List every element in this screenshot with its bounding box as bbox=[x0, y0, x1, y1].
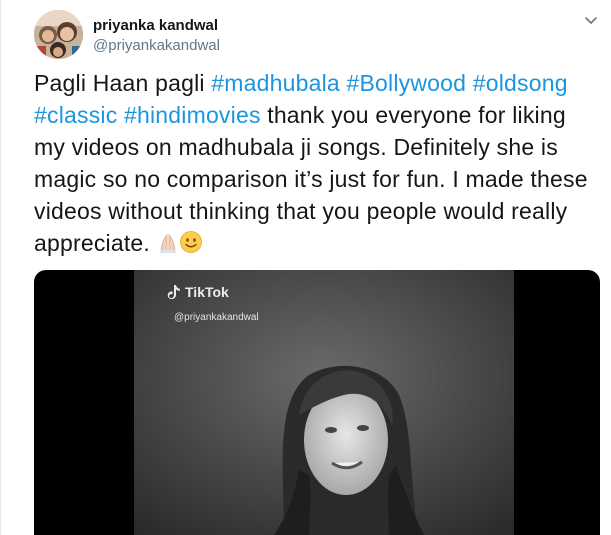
tiktok-watermark: TikTok bbox=[167, 284, 229, 300]
user-display-name[interactable]: priyanka kandwal bbox=[93, 17, 218, 34]
avatar[interactable] bbox=[34, 10, 83, 59]
tweet-text-segment bbox=[340, 70, 347, 96]
user-handle[interactable]: @priyankakandwal bbox=[93, 37, 220, 54]
avatar-image bbox=[34, 10, 83, 59]
tiktok-icon bbox=[167, 285, 180, 300]
tweet-text: Pagli Haan pagli #madhubala #Bollywood #… bbox=[34, 67, 602, 262]
hashtag-link[interactable]: #madhubala bbox=[211, 70, 340, 96]
hashtag-link[interactable]: #Bollywood bbox=[347, 70, 467, 96]
hashtag-link[interactable]: #hindimovies bbox=[124, 102, 261, 128]
video-frame bbox=[134, 270, 514, 535]
tiktok-username-label: @priyankakandwal bbox=[174, 312, 259, 323]
tweet-text-segment bbox=[117, 102, 124, 128]
smiling-face-icon bbox=[179, 230, 203, 262]
tweet-text-segment bbox=[466, 70, 473, 96]
folded-hands-icon bbox=[157, 230, 179, 262]
tweet-text-segment: Pagli Haan pagli bbox=[34, 70, 212, 96]
chevron-down-icon[interactable] bbox=[584, 16, 598, 26]
video-player[interactable]: TikTok @priyankakandwal bbox=[34, 270, 600, 535]
hashtag-link[interactable]: #oldsong bbox=[473, 70, 568, 96]
tiktok-brand-label: TikTok bbox=[185, 284, 229, 300]
timeline-border bbox=[0, 0, 1, 535]
hashtag-link[interactable]: #classic bbox=[34, 102, 117, 128]
tweet-header: priyanka kandwal @priyankakandwal bbox=[34, 10, 597, 60]
